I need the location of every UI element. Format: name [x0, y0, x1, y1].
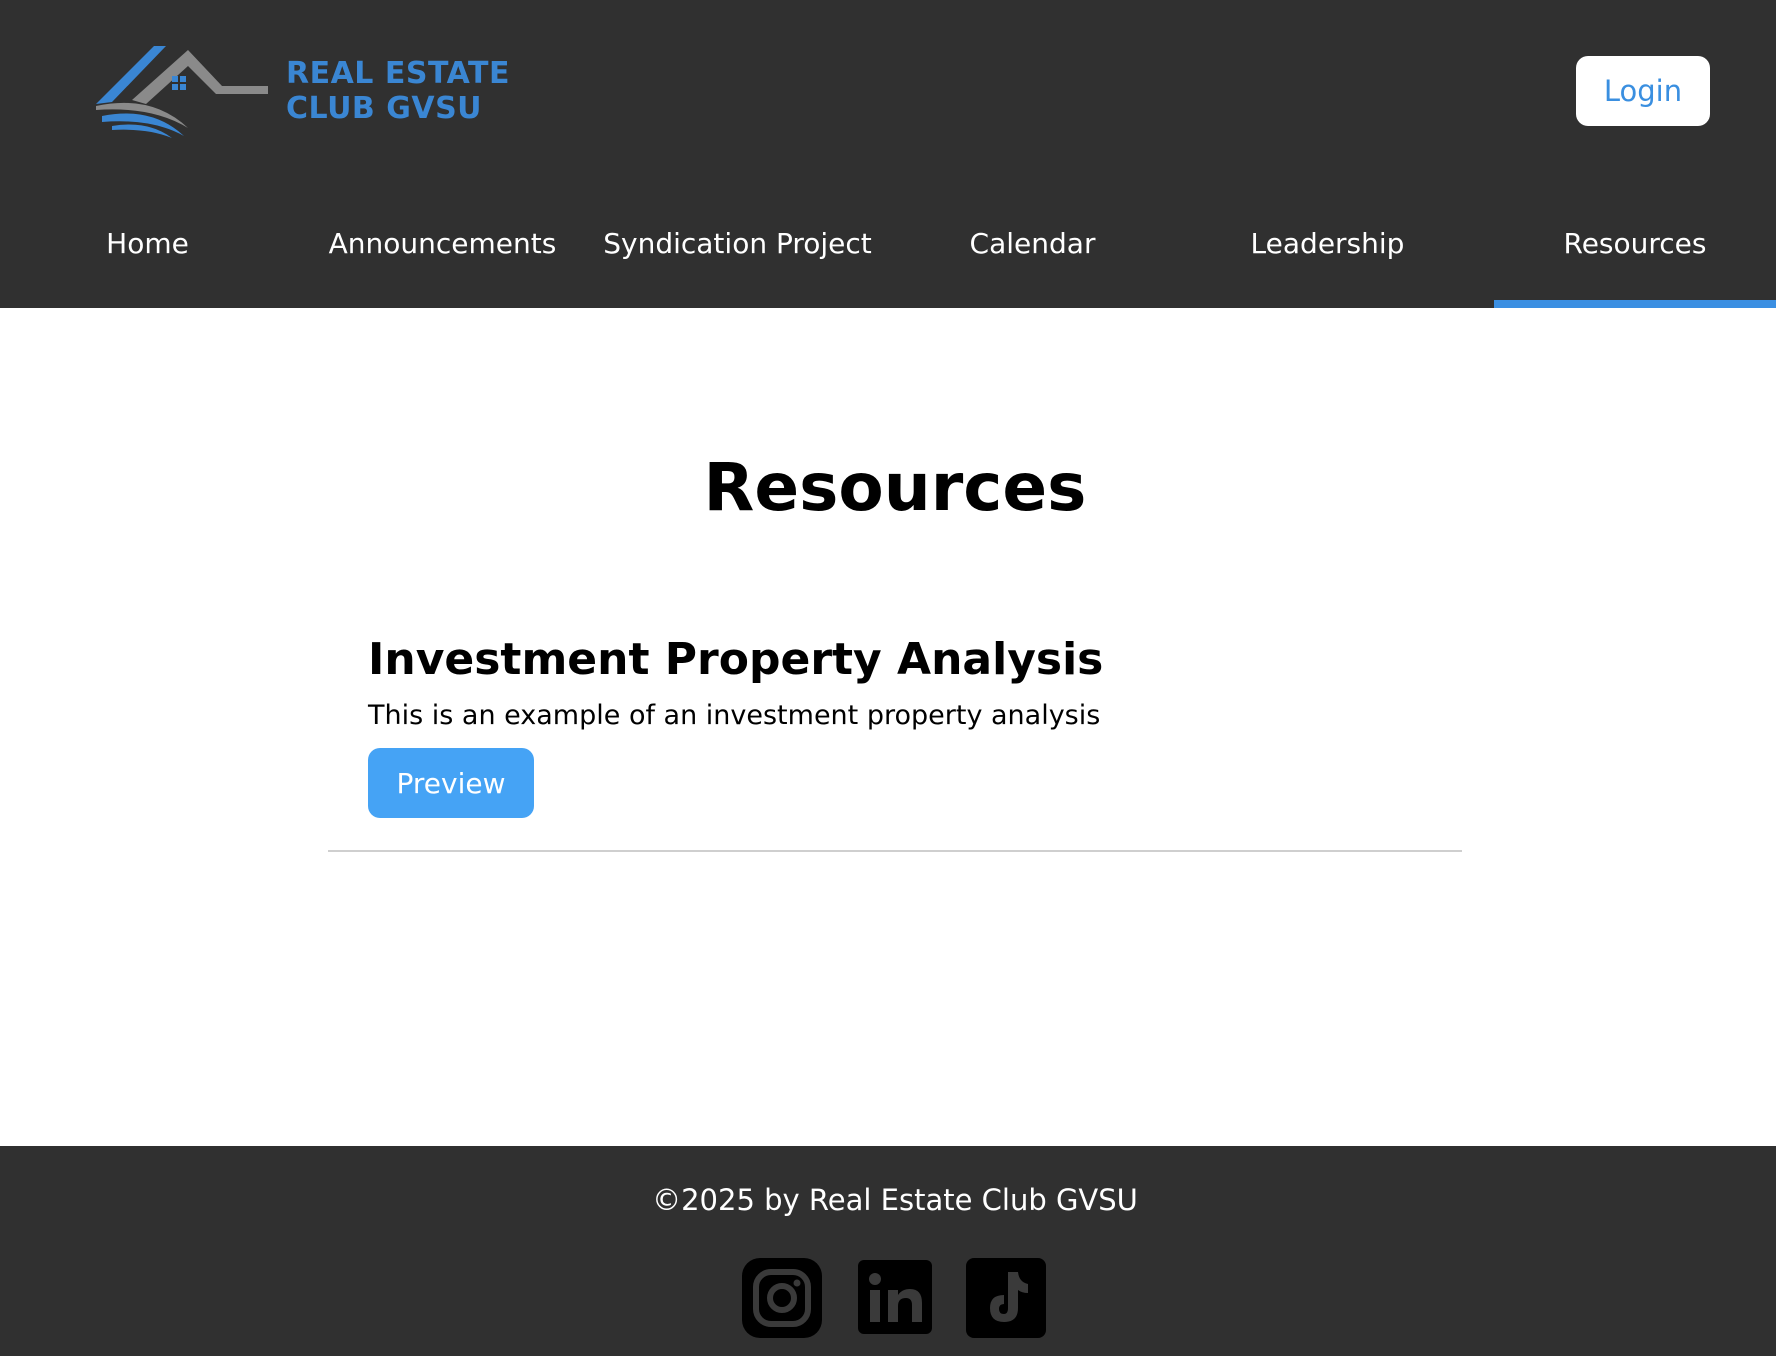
nav-item-syndication-project[interactable]: Syndication Project	[590, 220, 885, 308]
nav-item-calendar[interactable]: Calendar	[885, 220, 1180, 308]
resource-description: This is an example of an investment prop…	[368, 700, 1101, 731]
resource-title: Investment Property Analysis	[368, 634, 1104, 685]
site-header: REAL ESTATE CLUB GVSU Login Home Announc…	[0, 0, 1776, 308]
logo-line-2: CLUB GVSU	[286, 91, 483, 126]
logo-text: REAL ESTATE CLUB GVSU	[286, 56, 510, 126]
nav-item-leadership[interactable]: Leadership	[1180, 220, 1475, 308]
club-logo[interactable]: REAL ESTATE CLUB GVSU	[92, 40, 522, 140]
linkedin-icon[interactable]	[856, 1258, 936, 1338]
nav-item-announcements[interactable]: Announcements	[295, 220, 590, 308]
tiktok-icon[interactable]	[966, 1258, 1046, 1338]
nav-item-resources[interactable]: Resources	[1494, 220, 1776, 308]
login-button[interactable]: Login	[1576, 56, 1710, 126]
copyright-text: ©2025 by Real Estate Club GVSU	[652, 1183, 1138, 1217]
site-footer: ©2025 by Real Estate Club GVSU	[0, 1146, 1776, 1356]
page-title: Resources	[703, 449, 1087, 526]
resource-item: Investment Property Analysis This is an …	[328, 620, 1462, 852]
instagram-icon[interactable]	[742, 1258, 822, 1338]
logo-line-1: REAL ESTATE	[286, 56, 510, 91]
house-logo-icon	[96, 46, 268, 138]
main-nav: Home Announcements Syndication Project C…	[0, 220, 1776, 308]
nav-item-home[interactable]: Home	[0, 220, 295, 308]
preview-button[interactable]: Preview	[368, 748, 534, 818]
